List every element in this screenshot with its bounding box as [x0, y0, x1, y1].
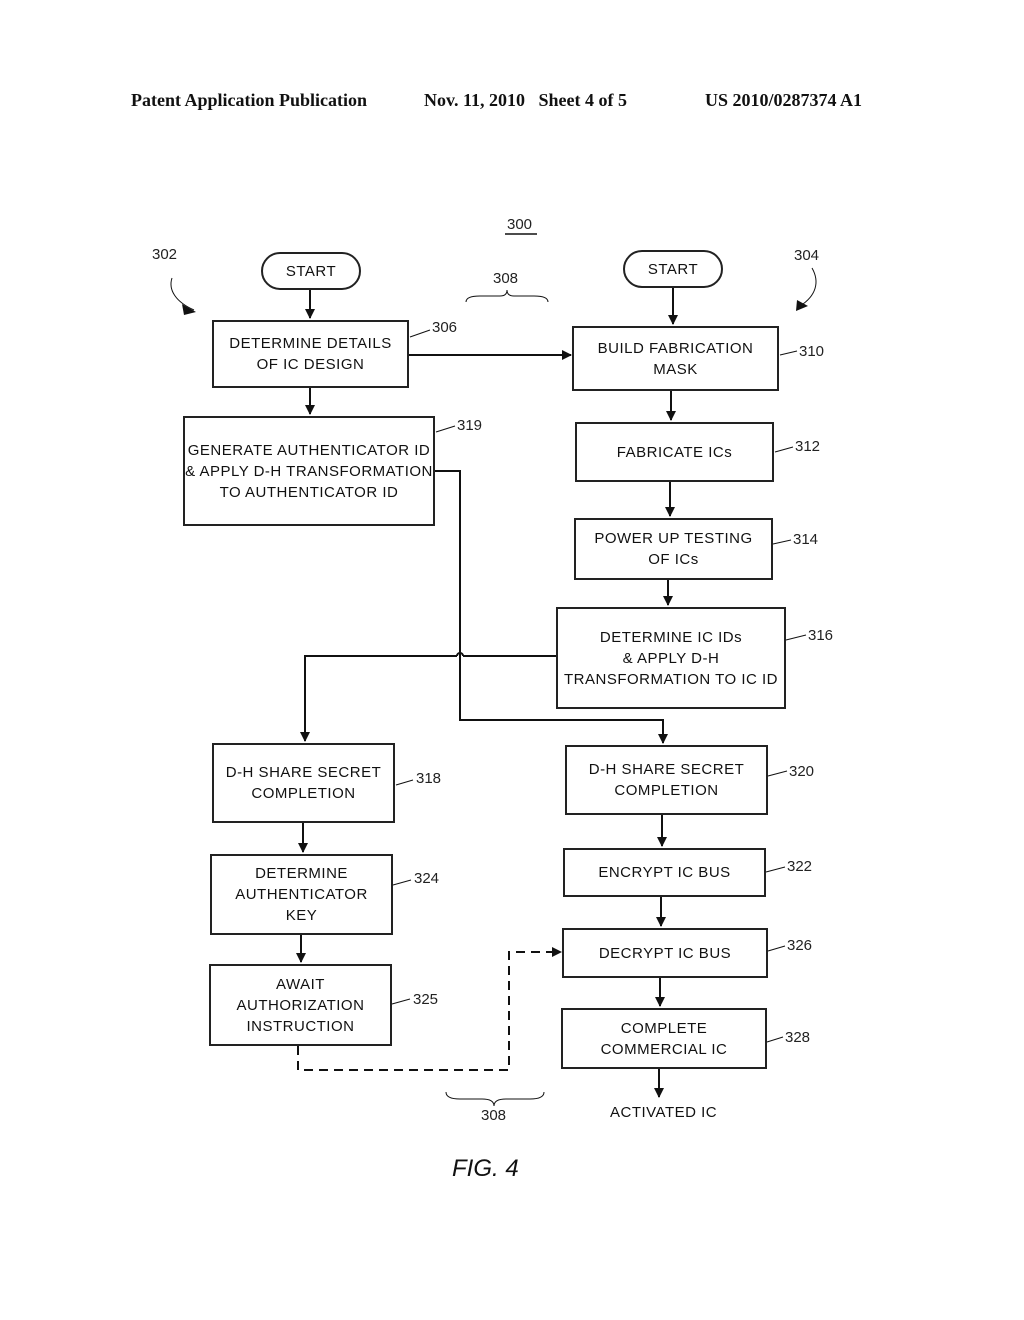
figure-label: FIG. 4 — [452, 1155, 519, 1182]
ref-tick-319 — [435, 425, 456, 433]
ref-tick-322 — [765, 866, 786, 873]
start-terminal-right: START — [623, 250, 723, 288]
ref-label-300: 300 — [507, 216, 533, 233]
step-328-complete-commercial-ic: COMPLETE COMMERCIAL IC — [561, 1008, 767, 1069]
step-320-dh-share-secret: D-H SHARE SECRET COMPLETION — [565, 745, 768, 815]
ref-label-324: 324 — [414, 870, 440, 887]
step-319-generate-authenticator-id: GENERATE AUTHENTICATOR ID & APPLY D-H TR… — [183, 416, 435, 526]
ref-tick-312 — [774, 446, 794, 453]
ref-tick-326 — [767, 945, 786, 952]
ref-label-316: 316 — [808, 627, 834, 644]
step-325-await-authorization: AWAIT AUTHORIZATION INSTRUCTION — [209, 964, 392, 1046]
ref-tick-310 — [779, 350, 798, 356]
ref-tick-306 — [409, 329, 431, 338]
ref-label-326: 326 — [787, 937, 813, 954]
ref-tick-314 — [772, 539, 792, 545]
start-terminal-left: START — [261, 252, 361, 290]
arrow-316-to-318 — [305, 655, 556, 741]
ref-tick-318 — [395, 779, 414, 786]
ref-tick-316 — [785, 634, 807, 641]
bracket-308-bottom — [445, 1091, 545, 1107]
ref-label-308-top: 308 — [493, 270, 519, 287]
ref-label-319: 319 — [457, 417, 483, 434]
ref-tick-325 — [391, 998, 411, 1005]
step-324-determine-authenticator-key: DETERMINE AUTHENTICATOR KEY — [210, 854, 393, 935]
step-314-power-up-testing: POWER UP TESTING OF ICs — [574, 518, 773, 580]
ref-label-304: 304 — [794, 247, 820, 264]
ref-label-308-bottom: 308 — [481, 1107, 507, 1124]
step-322-encrypt-ic-bus: ENCRYPT IC BUS — [563, 848, 766, 897]
bracket-308-top — [465, 289, 549, 303]
ref-label-325: 325 — [413, 991, 439, 1008]
ref-label-318: 318 — [416, 770, 442, 787]
ref-label-312: 312 — [795, 438, 821, 455]
ref-label-310: 310 — [799, 343, 825, 360]
step-310-build-mask: BUILD FABRICATION MASK — [572, 326, 779, 391]
ref-label-328: 328 — [785, 1029, 811, 1046]
ref-label-306: 306 — [432, 319, 458, 336]
leader-304 — [799, 267, 817, 307]
step-326-decrypt-ic-bus: DECRYPT IC BUS — [562, 928, 768, 978]
ref-tick-320 — [767, 770, 788, 777]
ref-tick-324 — [392, 879, 412, 886]
flowchart-connectors — [170, 233, 817, 1107]
step-318-dh-share-secret: D-H SHARE SECRET COMPLETION — [212, 743, 395, 823]
step-316-determine-ic-ids: DETERMINE IC IDs & APPLY D-H TRANSFORMAT… — [556, 607, 786, 709]
ref-label-320: 320 — [789, 763, 815, 780]
ref-label-302: 302 — [152, 246, 178, 263]
ref-tick-328 — [766, 1036, 784, 1043]
ref-label-322: 322 — [787, 858, 813, 875]
ref-label-314: 314 — [793, 531, 819, 548]
end-activated-ic: ACTIVATED IC — [610, 1104, 718, 1121]
step-312-fabricate-ics: FABRICATE ICs — [575, 422, 774, 482]
step-306-determine-details: DETERMINE DETAILS OF IC DESIGN — [212, 320, 409, 388]
